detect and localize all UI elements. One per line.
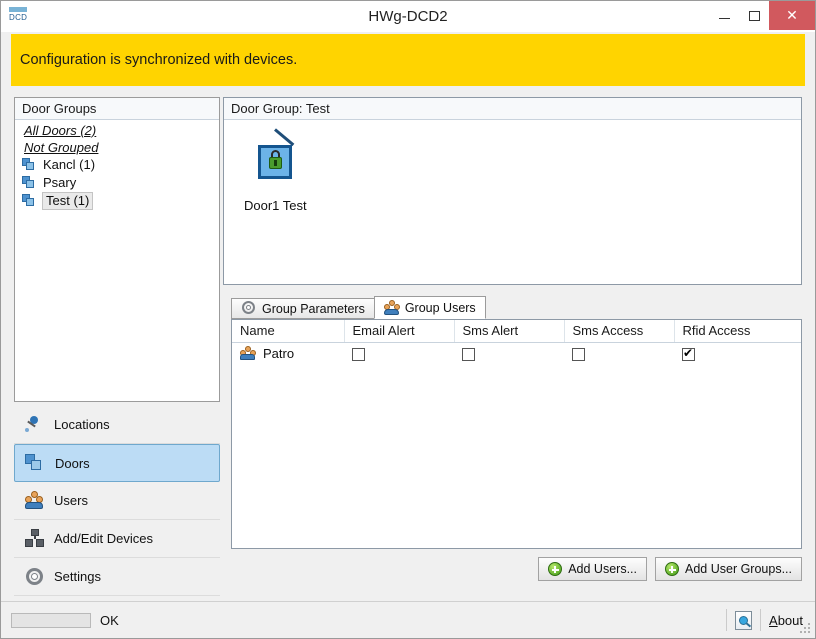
column-header-sms-alert[interactable]: Sms Alert	[454, 320, 565, 343]
status-bar: OK About	[1, 601, 815, 638]
minimize-icon	[718, 18, 730, 19]
tree-link-not-grouped[interactable]: Not Grouped	[15, 139, 219, 156]
column-header-sms-access[interactable]: Sms Access	[564, 320, 675, 343]
add-users-button[interactable]: Add Users...	[538, 557, 647, 581]
maximize-button[interactable]	[739, 1, 769, 30]
door-group-header: Door Group: Test	[224, 98, 801, 120]
app-logo-icon: DCD	[8, 5, 30, 27]
add-user-groups-button[interactable]: Add User Groups...	[655, 557, 802, 581]
sms-access-checkbox[interactable]	[572, 347, 585, 361]
sidebar-item-users[interactable]: Users	[14, 482, 220, 520]
sidebar-item-label: Locations	[54, 417, 110, 432]
sidebar-item-label: Users	[54, 493, 88, 508]
tab-label: Group Parameters	[262, 301, 365, 316]
sidebar-item-label: Doors	[55, 455, 90, 471]
status-banner-text: Configuration is synchronized with devic…	[20, 52, 298, 68]
cell-sms-alert	[454, 342, 564, 364]
group-icon	[22, 176, 37, 190]
door-groups-header: Door Groups	[15, 98, 219, 120]
group-icon	[22, 158, 37, 172]
status-text: OK	[100, 612, 119, 628]
group-users-table-panel: Name Email Alert Sms Alert Sms Access Rf…	[231, 319, 802, 549]
door-lock-icon	[244, 126, 298, 182]
progress-bar	[11, 612, 91, 628]
cell-rfid-access	[674, 342, 801, 364]
gear-icon	[24, 567, 46, 587]
users-icon	[24, 490, 46, 511]
doors-icon	[25, 453, 47, 473]
door-groups-tree[interactable]: All Doors (2) Not Grouped Kancl (1) Psar…	[15, 120, 219, 210]
rfid-access-checkbox[interactable]	[682, 346, 695, 361]
window-controls: ✕	[709, 1, 815, 30]
about-link[interactable]: About	[769, 613, 803, 628]
user-group-icon	[240, 345, 257, 361]
column-header-name[interactable]: Name	[232, 320, 345, 343]
door-tile-label: Door1 Test	[244, 198, 307, 213]
tab-label: Group Users	[404, 300, 476, 315]
sidebar-item-label: Add/Edit Devices	[54, 531, 153, 546]
cell-email-alert	[344, 342, 454, 364]
cell-name: Patro	[232, 342, 344, 364]
devices-icon	[24, 528, 46, 549]
cell-sms-access	[564, 342, 674, 364]
tree-link-all-doors[interactable]: All Doors (2)	[15, 122, 219, 139]
sidebar-item-add-edit-devices[interactable]: Add/Edit Devices	[14, 520, 220, 558]
column-header-email-alert[interactable]: Email Alert	[344, 320, 455, 343]
tab-group-users[interactable]: Group Users	[373, 296, 486, 319]
left-panel: Door Groups All Doors (2) Not Grouped Ka…	[14, 97, 220, 599]
page-title: HWg-DCD2	[368, 8, 448, 25]
group-icon	[22, 194, 37, 208]
sidebar-item-settings[interactable]: Settings	[14, 558, 220, 596]
tree-item-label: Psary	[43, 175, 77, 190]
column-header-rfid-access[interactable]: Rfid Access	[674, 320, 801, 343]
plus-icon	[548, 562, 563, 576]
tab-bar: Group Parameters Group Users	[231, 296, 802, 319]
tree-item-label: Kancl (1)	[43, 157, 96, 172]
gear-icon	[241, 301, 257, 316]
add-users-label: Add Users...	[568, 562, 637, 576]
door-group-panel: Door Group: Test Door1 Test	[223, 97, 802, 285]
sms-alert-checkbox[interactable]	[462, 347, 475, 361]
table-actions: Add Users... Add User Groups...	[231, 557, 802, 581]
status-banner: Configuration is synchronized with devic…	[11, 34, 805, 86]
resize-grip[interactable]	[800, 623, 812, 635]
tab-group-parameters[interactable]: Group Parameters	[231, 298, 375, 319]
door-tile[interactable]: Door1 Test	[244, 126, 364, 213]
tree-item-test[interactable]: Test (1)	[15, 192, 219, 210]
sidebar-item-label: Settings	[54, 569, 101, 584]
users-icon	[383, 300, 400, 315]
divider	[726, 609, 728, 631]
group-users-table: Name Email Alert Sms Alert Sms Access Rf…	[232, 320, 801, 364]
email-alert-checkbox[interactable]	[352, 347, 365, 361]
title-bar: DCD HWg-DCD2 ✕	[1, 1, 815, 32]
application-window: DCD HWg-DCD2 ✕ Configuration is synchron…	[0, 0, 816, 639]
pin-icon	[24, 415, 46, 435]
add-user-groups-label: Add User Groups...	[685, 562, 792, 576]
tree-item-psary[interactable]: Psary	[15, 174, 219, 192]
close-button[interactable]: ✕	[769, 1, 815, 30]
app-logo-text: DCD	[9, 12, 28, 22]
sidebar-item-locations[interactable]: Locations	[14, 406, 220, 444]
magnifier-icon[interactable]	[735, 610, 753, 630]
right-panel: Door Group: Test Door1 Test Group Parame…	[223, 97, 803, 599]
minimize-button[interactable]	[709, 1, 739, 30]
sidebar-item-doors[interactable]: Doors	[14, 444, 220, 482]
divider	[760, 609, 762, 631]
plus-icon	[665, 562, 679, 576]
sidebar-nav: Locations Doors Users Add/Edit Devices S…	[14, 406, 220, 596]
user-name-label: Patro	[263, 345, 295, 361]
door-groups-panel: Door Groups All Doors (2) Not Grouped Ka…	[14, 97, 220, 402]
tree-item-kancl[interactable]: Kancl (1)	[15, 156, 219, 174]
table-row[interactable]: Patro	[232, 342, 801, 364]
table-header-row: Name Email Alert Sms Alert Sms Access Rf…	[232, 320, 801, 343]
tree-item-label: Test (1)	[42, 192, 94, 210]
maximize-icon	[748, 10, 760, 21]
